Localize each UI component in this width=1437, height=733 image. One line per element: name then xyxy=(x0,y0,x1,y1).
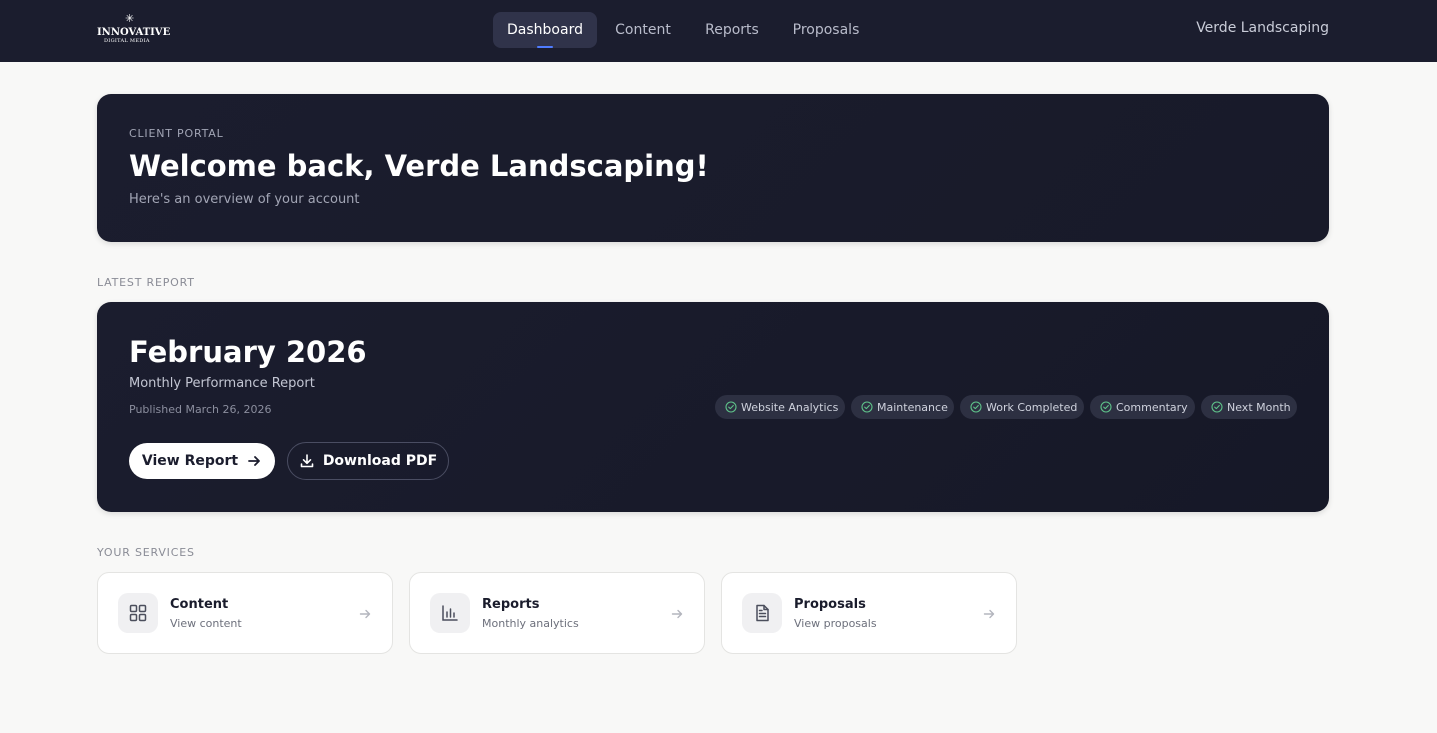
service-card-subtitle: View proposals xyxy=(794,617,877,630)
report-section-chip: Next Month xyxy=(1201,395,1297,419)
report-section-chip: Work Completed xyxy=(960,395,1084,419)
your-services-heading: YOUR SERVICES xyxy=(97,546,195,559)
check-circle-icon xyxy=(725,401,737,413)
chip-label: Website Analytics xyxy=(741,400,839,414)
report-section-chip: Maintenance xyxy=(851,395,954,419)
nav-tab-label: Content xyxy=(615,22,671,38)
bar-chart-icon xyxy=(430,593,470,633)
chip-label: Work Completed xyxy=(986,400,1078,414)
arrow-right-icon xyxy=(358,606,372,620)
service-card-subtitle: Monthly analytics xyxy=(482,617,579,630)
service-card-title: Content xyxy=(170,597,229,612)
nav-tab-label: Reports xyxy=(705,22,759,38)
arrow-right-icon xyxy=(670,606,684,620)
latest-report-heading: LATEST REPORT xyxy=(97,276,195,289)
nav-tab-content[interactable]: Content xyxy=(601,12,685,48)
service-card-proposals[interactable]: Proposals View proposals xyxy=(721,572,1017,654)
document-icon xyxy=(742,593,782,633)
check-circle-icon xyxy=(861,401,873,413)
active-tab-indicator xyxy=(537,46,553,48)
report-published-date: Published March 26, 2026 xyxy=(129,403,272,416)
service-card-title: Reports xyxy=(482,597,540,612)
hero-eyebrow: CLIENT PORTAL xyxy=(129,127,224,140)
download-pdf-button[interactable]: Download PDF xyxy=(287,442,449,480)
logo-wordmark: INNOVATIVE xyxy=(97,27,171,38)
account-name[interactable]: Verde Landscaping xyxy=(1196,20,1329,36)
nav-tab-dashboard[interactable]: Dashboard xyxy=(493,12,597,48)
hero-subtitle: Here's an overview of your account xyxy=(129,192,360,207)
nav-tab-proposals[interactable]: Proposals xyxy=(779,12,873,48)
download-pdf-label: Download PDF xyxy=(322,453,438,469)
report-title: February 2026 xyxy=(129,335,367,369)
service-card-title: Proposals xyxy=(794,597,866,612)
top-navigation-bar: ✳ INNOVATIVE DIGITAL MEDIA Dashboard Con… xyxy=(0,0,1437,62)
latest-report-card: February 2026 Monthly Performance Report… xyxy=(97,302,1329,512)
service-card-content[interactable]: Content View content xyxy=(97,572,393,654)
download-icon xyxy=(299,453,315,469)
report-section-chip: Commentary xyxy=(1090,395,1195,419)
chip-label: Commentary xyxy=(1116,400,1188,414)
nav-tab-label: Proposals xyxy=(792,22,860,38)
report-subtitle: Monthly Performance Report xyxy=(129,376,315,391)
chip-label: Maintenance xyxy=(877,400,948,414)
arrow-right-icon xyxy=(982,606,996,620)
check-circle-icon xyxy=(1211,401,1223,413)
check-circle-icon xyxy=(970,401,982,413)
logo-star-icon: ✳ xyxy=(125,12,135,25)
chip-label: Next Month xyxy=(1227,400,1291,414)
nav-tab-reports[interactable]: Reports xyxy=(692,12,772,48)
logo-subtitle: DIGITAL MEDIA xyxy=(104,38,150,44)
grid-icon xyxy=(118,593,158,633)
report-section-chip: Website Analytics xyxy=(715,395,845,419)
brand-logo[interactable]: ✳ INNOVATIVE DIGITAL MEDIA xyxy=(97,12,171,49)
nav-tab-label: Dashboard xyxy=(507,22,583,38)
arrow-right-icon xyxy=(246,453,262,469)
page-title: Welcome back, Verde Landscaping! xyxy=(129,149,709,183)
view-report-button[interactable]: View Report xyxy=(129,443,275,479)
service-card-subtitle: View content xyxy=(170,617,242,630)
view-report-label: View Report xyxy=(141,453,239,469)
welcome-banner: CLIENT PORTAL Welcome back, Verde Landsc… xyxy=(97,94,1329,242)
check-circle-icon xyxy=(1100,401,1112,413)
service-card-reports[interactable]: Reports Monthly analytics xyxy=(409,572,705,654)
